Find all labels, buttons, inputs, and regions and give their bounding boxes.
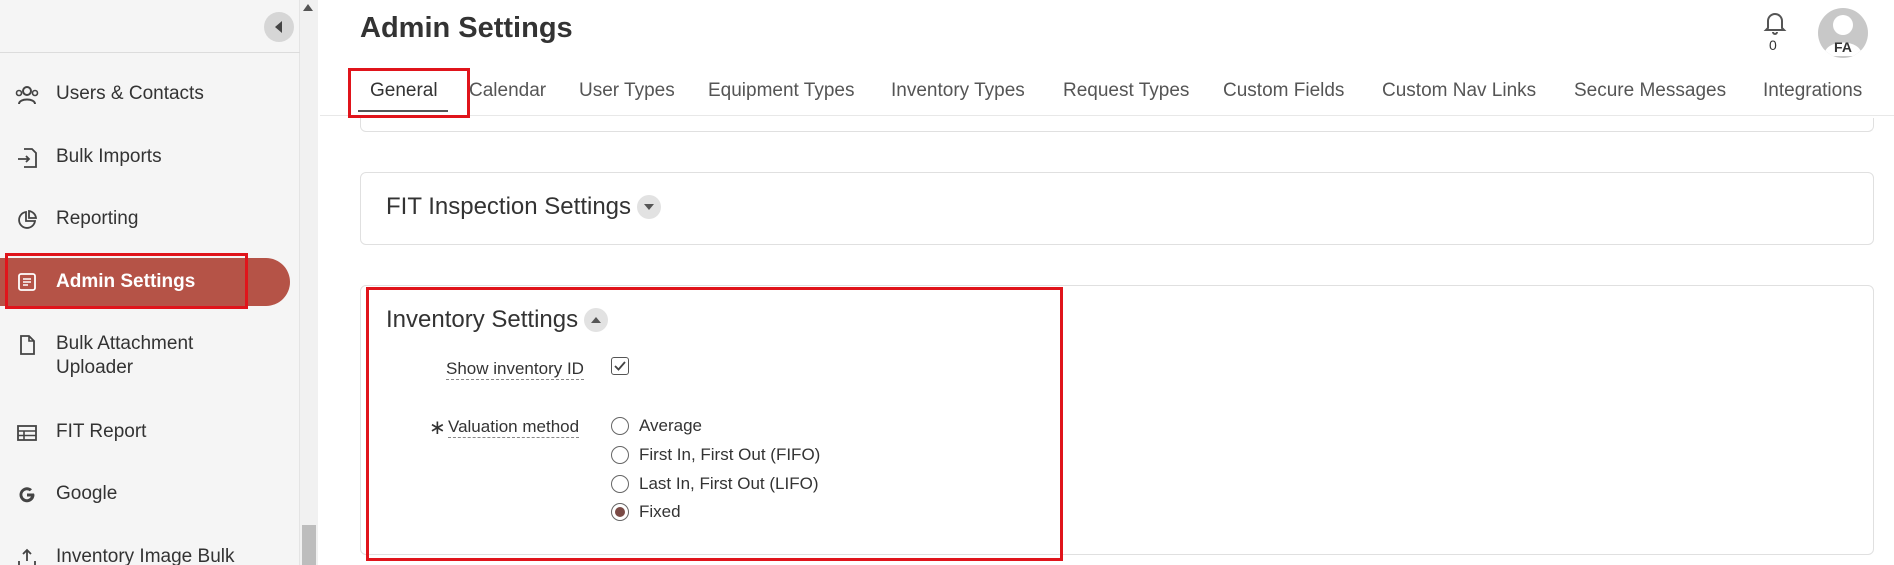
collapse-section-button[interactable]	[584, 308, 609, 332]
sidebar: Users & Contacts Bulk Imports Reporting …	[0, 0, 300, 565]
valuation-option-fifo[interactable]: First In, First Out (FIFO)	[611, 445, 820, 465]
tab-calendar[interactable]: Calendar	[469, 80, 546, 102]
users-icon	[14, 82, 40, 108]
tab-integrations[interactable]: Integrations	[1763, 80, 1862, 102]
tab-request-types[interactable]: Request Types	[1063, 80, 1189, 102]
tab-custom-fields[interactable]: Custom Fields	[1223, 80, 1344, 102]
caret-up-icon	[591, 317, 602, 323]
inventory-settings-title: Inventory Settings	[386, 306, 609, 334]
valuation-option-fixed[interactable]: Fixed	[611, 502, 681, 522]
sidebar-item-label: Bulk Imports	[56, 146, 162, 167]
table-icon	[14, 420, 40, 446]
tabs-divider	[320, 115, 1894, 116]
valuation-option-average[interactable]: Average	[611, 416, 702, 436]
upload-icon	[14, 545, 40, 565]
collapse-sidebar-button[interactable]	[264, 12, 294, 42]
sidebar-item-label: Google	[56, 483, 118, 504]
tab-user-types[interactable]: User Types	[579, 80, 675, 102]
show-inventory-id-label: Show inventory ID	[446, 359, 584, 380]
caret-down-icon	[644, 204, 655, 210]
bell-icon	[1763, 13, 1787, 35]
fit-inspection-settings-card: FIT Inspection Settings	[360, 172, 1874, 245]
radio-button-selected[interactable]	[611, 503, 629, 521]
sidebar-item-admin-settings[interactable]: Admin Settings	[0, 258, 290, 306]
page-title: Admin Settings	[360, 12, 573, 44]
inventory-settings-card: Inventory Settings Show inventory ID ∗ V…	[360, 285, 1874, 555]
avatar-initials: FA	[1834, 39, 1852, 55]
sidebar-item-label: FIT Report	[56, 421, 147, 442]
notifications-count: 0	[1769, 37, 1777, 53]
scroll-thumb[interactable]	[302, 525, 316, 565]
sidebar-item-bulk-imports[interactable]: Bulk Imports	[0, 145, 290, 173]
radio-label: Average	[639, 416, 703, 435]
pie-chart-icon	[14, 207, 40, 233]
valuation-method-label: Valuation method	[448, 417, 580, 438]
sidebar-item-users-contacts[interactable]: Users & Contacts	[0, 82, 290, 110]
expand-section-button[interactable]	[637, 195, 662, 219]
scroll-up-arrow[interactable]	[303, 4, 313, 11]
radio-label: First In, First Out (FIFO)	[639, 445, 821, 464]
sidebar-item-label: Reporting	[56, 208, 139, 229]
sidebar-item-label: Inventory Image Bulk	[56, 546, 235, 565]
tab-custom-nav-links[interactable]: Custom Nav Links	[1382, 80, 1536, 102]
import-icon	[14, 145, 40, 171]
avatar[interactable]: FA	[1818, 8, 1868, 58]
notifications-button[interactable]	[1762, 10, 1788, 36]
active-tab-indicator	[358, 110, 448, 112]
settings-list-icon	[14, 269, 40, 295]
radio-label: Last In, First Out (LIFO)	[639, 474, 819, 493]
caret-left-icon	[275, 21, 282, 33]
sidebar-item-inventory-image-bulk[interactable]: Inventory Image Bulk	[0, 545, 290, 565]
section-title-text: Inventory Settings	[386, 306, 579, 333]
sidebar-scrollbar[interactable]	[300, 0, 318, 565]
sidebar-item-bulk-attachment-uploader[interactable]: Bulk Attachment Uploader	[0, 332, 290, 382]
checkmark-icon	[614, 361, 626, 371]
section-title-text: FIT Inspection Settings	[386, 193, 632, 220]
sidebar-divider	[0, 52, 300, 53]
required-marker: ∗	[429, 417, 446, 439]
radio-label: Fixed	[639, 502, 681, 521]
previous-section-card-edge	[360, 118, 1874, 132]
fit-inspection-settings-title: FIT Inspection Settings	[386, 193, 662, 221]
tab-equipment-types[interactable]: Equipment Types	[708, 80, 854, 102]
valuation-option-lifo[interactable]: Last In, First Out (LIFO)	[611, 474, 818, 494]
document-icon	[14, 332, 40, 358]
tab-general[interactable]: General	[370, 80, 438, 102]
tab-secure-messages[interactable]: Secure Messages	[1574, 80, 1726, 102]
show-inventory-id-checkbox[interactable]	[611, 357, 629, 375]
sidebar-item-google[interactable]: Google	[0, 482, 290, 510]
radio-button[interactable]	[611, 417, 629, 435]
sidebar-item-fit-report[interactable]: FIT Report	[0, 420, 290, 448]
radio-button[interactable]	[611, 446, 629, 464]
sidebar-item-label: Bulk Attachment Uploader	[56, 333, 194, 378]
tab-inventory-types[interactable]: Inventory Types	[891, 80, 1025, 102]
google-icon	[14, 482, 40, 508]
sidebar-item-label: Users & Contacts	[56, 83, 204, 104]
sidebar-item-reporting[interactable]: Reporting	[0, 207, 290, 235]
radio-button[interactable]	[611, 475, 629, 493]
sidebar-item-label: Admin Settings	[56, 271, 196, 292]
